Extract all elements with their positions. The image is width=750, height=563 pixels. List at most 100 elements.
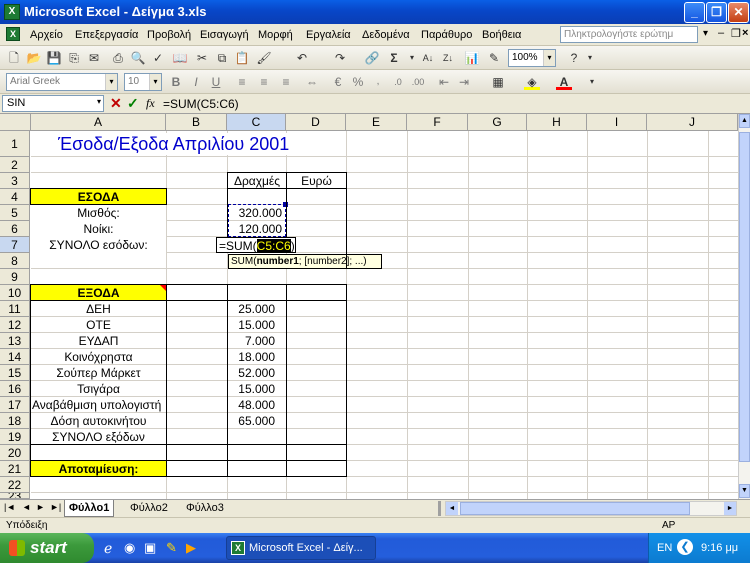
insert-function-icon[interactable]: fx xyxy=(146,96,155,111)
language-indicator[interactable]: EN xyxy=(657,542,672,554)
first-sheet-icon[interactable]: |◄ xyxy=(4,502,15,512)
font-size-select[interactable]: 10 ▾ xyxy=(124,73,162,91)
menu-window[interactable]: Παράθυρο xyxy=(421,29,472,41)
row-header[interactable]: 20 xyxy=(0,445,30,461)
row-header[interactable]: 14 xyxy=(0,349,30,365)
row-header[interactable]: 16 xyxy=(0,381,30,397)
row-header[interactable]: 17 xyxy=(0,397,30,413)
enter-icon[interactable]: ✓ xyxy=(127,95,139,112)
row-header[interactable]: 19 xyxy=(0,429,30,445)
decrease-indent-icon[interactable]: ⇤ xyxy=(436,74,452,90)
income-label[interactable]: Νοίκι: xyxy=(31,221,166,237)
menu-insert[interactable]: Εισαγωγή xyxy=(200,29,249,41)
active-cell-editor[interactable]: =SUM(C5:C6) xyxy=(216,237,296,253)
taskbar-excel-button[interactable]: X Microsoft Excel - Δείγ... xyxy=(226,536,376,560)
formula-input[interactable]: =SUM(C5:C6) xyxy=(163,97,239,111)
toolbar-options-icon[interactable]: ▾ xyxy=(584,74,600,90)
row-header[interactable]: 4 xyxy=(0,189,30,205)
minimize-button[interactable]: _ xyxy=(684,2,705,23)
start-button[interactable]: start xyxy=(0,533,94,563)
increase-indent-icon[interactable]: ⇥ xyxy=(456,74,472,90)
email-icon[interactable]: ✉ xyxy=(86,50,102,66)
select-all-corner[interactable] xyxy=(0,114,31,131)
menu-file[interactable]: Αρχείο xyxy=(30,29,63,41)
paste-icon[interactable]: 📋 xyxy=(234,50,250,66)
menu-data[interactable]: Δεδομένα xyxy=(362,29,410,41)
tray-arrow-icon[interactable]: ❮ xyxy=(677,539,693,555)
browser-icon[interactable]: ℯ xyxy=(104,540,112,557)
comma-style-icon[interactable]: , xyxy=(370,74,386,90)
drawing-icon[interactable]: ✎ xyxy=(486,50,502,66)
increase-decimal-icon[interactable]: .0 xyxy=(390,74,406,90)
bold-icon[interactable]: B xyxy=(168,74,184,90)
zoom-select[interactable]: 100% ▾ xyxy=(508,49,556,67)
menu-format[interactable]: Μορφή xyxy=(258,29,293,41)
column-header-c[interactable]: C xyxy=(227,114,286,131)
column-header-e[interactable]: E xyxy=(346,114,407,131)
workbook-minimize-button[interactable]: – xyxy=(718,27,724,39)
redo-icon[interactable]: ↷ xyxy=(332,50,348,66)
column-header-j[interactable]: J xyxy=(647,114,738,131)
autosum-dropdown-icon[interactable]: ▾ xyxy=(404,50,420,66)
menu-edit[interactable]: Επεξεργασία xyxy=(75,29,138,41)
scroll-down-icon[interactable]: ▼ xyxy=(739,484,750,498)
font-select[interactable]: Arial Greek ▾ xyxy=(6,73,118,91)
menu-help[interactable]: Βοήθεια xyxy=(482,29,521,41)
align-center-icon[interactable]: ≡ xyxy=(256,74,272,90)
tab-sheet3[interactable]: Φύλλο3 xyxy=(182,500,228,517)
save-icon[interactable]: 💾 xyxy=(46,50,62,66)
scroll-right-icon[interactable]: ► xyxy=(724,502,736,515)
percent-icon[interactable]: % xyxy=(350,74,366,90)
italic-icon[interactable]: I xyxy=(188,74,204,90)
row-header[interactable]: 12 xyxy=(0,317,30,333)
row-header[interactable]: 11 xyxy=(0,301,30,317)
clock[interactable]: 9:16 μμ xyxy=(701,542,738,554)
merge-center-icon[interactable]: ⇔ xyxy=(304,74,320,90)
align-right-icon[interactable]: ≡ xyxy=(278,74,294,90)
menu-view[interactable]: Προβολή xyxy=(147,29,191,41)
hyperlink-icon[interactable]: 🔗 xyxy=(364,50,380,66)
maximize-button[interactable]: ❐ xyxy=(706,2,727,23)
help-dropdown-icon[interactable]: ▾ xyxy=(703,28,708,39)
player-icon[interactable]: ▶ xyxy=(186,540,196,556)
chart-wizard-icon[interactable]: 📊 xyxy=(464,50,480,66)
help-question-input[interactable]: Πληκτρολογήστε ερώτημ xyxy=(560,26,698,43)
row-header[interactable]: 9 xyxy=(0,269,30,285)
cut-icon[interactable]: ✂ xyxy=(194,50,210,66)
tab-sheet1[interactable]: Φύλλο1 xyxy=(64,500,115,517)
row-header[interactable]: 13 xyxy=(0,333,30,349)
research-icon[interactable]: 📖 xyxy=(172,50,188,66)
income-label[interactable]: Μισθός: xyxy=(31,205,166,221)
row-header[interactable]: 21 xyxy=(0,461,30,477)
tab-sheet2[interactable]: Φύλλο2 xyxy=(126,500,172,517)
currency-icon[interactable]: € xyxy=(330,74,346,90)
column-header-a[interactable]: A xyxy=(31,114,166,131)
open-icon[interactable]: 📂 xyxy=(26,50,42,66)
row-header[interactable]: 6 xyxy=(0,221,30,237)
row-header[interactable]: 22 xyxy=(0,477,30,493)
horizontal-scrollbar[interactable]: ◄ ► xyxy=(445,501,737,516)
column-header-h[interactable]: H xyxy=(527,114,587,131)
spelling-icon[interactable]: ✓ xyxy=(150,50,166,66)
app-launcher-icon[interactable]: ✎ xyxy=(166,540,177,556)
row-header[interactable]: 8 xyxy=(0,253,30,269)
align-left-icon[interactable]: ≡ xyxy=(234,74,250,90)
print-preview-icon[interactable]: 🔍 xyxy=(130,50,146,66)
decrease-decimal-icon[interactable]: .00 xyxy=(410,74,426,90)
last-sheet-icon[interactable]: ►| xyxy=(50,502,61,512)
worksheet-grid[interactable]: A B C D E F G H I J 1 2 3 4 5 6 7 8 9 10… xyxy=(0,114,738,499)
row-header[interactable]: 15 xyxy=(0,365,30,381)
desktop-icon[interactable]: ▣ xyxy=(144,540,156,556)
row-header[interactable]: 18 xyxy=(0,413,30,429)
sheet-title[interactable]: Έσοδα/Εξοδα Απριλίου 2001 xyxy=(58,133,290,155)
workbook-close-button[interactable]: × xyxy=(742,27,748,39)
cancel-icon[interactable]: ✕ xyxy=(110,95,122,112)
sort-descending-icon[interactable]: Z↓ xyxy=(440,50,456,66)
copy-icon[interactable]: ⧉ xyxy=(214,50,230,66)
fill-color-icon[interactable]: ◈ xyxy=(524,74,540,90)
column-header-b[interactable]: B xyxy=(166,114,227,131)
workbook-icon[interactable]: X xyxy=(6,27,20,41)
permission-icon[interactable]: ⎘ xyxy=(66,50,82,66)
row-header[interactable]: 7 xyxy=(0,237,30,253)
help-icon[interactable]: ? xyxy=(566,50,582,66)
